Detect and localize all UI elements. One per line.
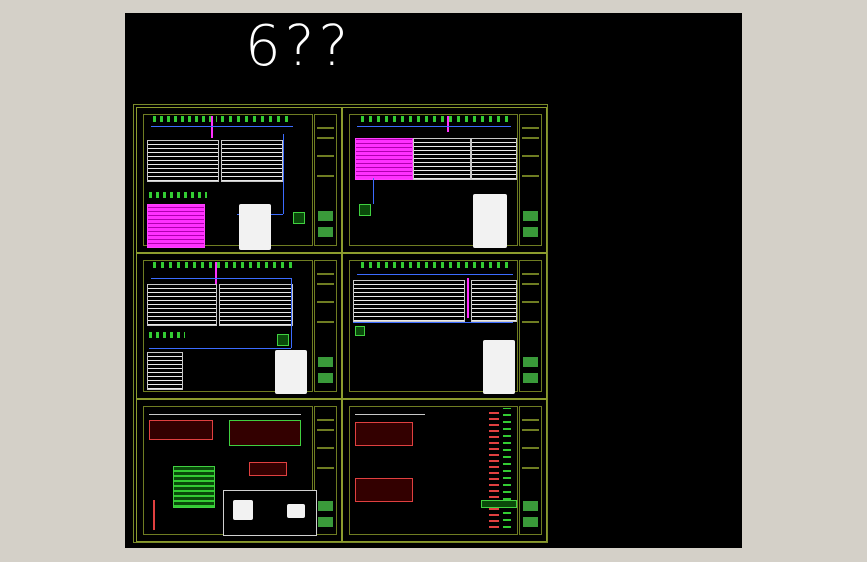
annotation-block xyxy=(239,204,271,250)
equipment-symbol xyxy=(359,204,371,216)
title-block xyxy=(314,260,337,392)
circuit-header xyxy=(221,116,293,122)
circuit-header xyxy=(153,262,293,268)
bus-line xyxy=(151,278,291,279)
panel-front xyxy=(287,504,305,518)
floor-plan xyxy=(355,478,413,502)
annotation-block xyxy=(275,350,307,394)
magenta-marker xyxy=(211,116,213,138)
magenta-marker xyxy=(467,278,469,318)
magenta-marker xyxy=(447,116,449,132)
circuit-header xyxy=(149,332,185,338)
sheet-middle-right[interactable] xyxy=(342,253,547,399)
title-block xyxy=(519,114,542,246)
title-block xyxy=(519,260,542,392)
floor-plan xyxy=(229,420,301,446)
schedule-table xyxy=(147,140,219,182)
riser-diagram xyxy=(503,408,511,528)
dimension-line xyxy=(355,414,425,415)
bus-line xyxy=(357,274,513,275)
bus-line xyxy=(373,178,374,204)
circuit-header xyxy=(361,116,511,122)
dimension-line xyxy=(149,414,301,415)
equipment-symbol xyxy=(355,326,365,336)
sheet-bottom-left[interactable] xyxy=(136,399,342,542)
floor-plan xyxy=(149,420,213,440)
bus-line xyxy=(353,322,513,323)
floor-plan xyxy=(249,462,287,476)
bus-line xyxy=(357,126,511,127)
drawing-title: 6?? xyxy=(245,14,353,79)
annotation-block xyxy=(483,340,515,394)
cad-model-space[interactable]: 6?? xyxy=(125,13,742,548)
title-block xyxy=(314,406,337,535)
bus-line xyxy=(151,126,293,127)
bus-line xyxy=(291,278,292,348)
circuit-header xyxy=(149,192,207,198)
sheet-middle-left[interactable] xyxy=(136,253,342,399)
title-block xyxy=(314,114,337,246)
schedule-table xyxy=(147,284,217,326)
floor-plan xyxy=(355,422,413,446)
sheet-bottom-right[interactable] xyxy=(342,399,547,542)
highlighted-schedule xyxy=(355,138,413,180)
highlighted-schedule xyxy=(147,204,205,248)
schedule-table xyxy=(219,284,293,326)
sheet-set-frame xyxy=(133,104,548,543)
sheet-top-right[interactable] xyxy=(342,107,547,253)
riser-legend xyxy=(481,500,517,508)
schedule-table xyxy=(471,138,517,180)
sheet-top-left[interactable] xyxy=(136,107,342,253)
schedule-table xyxy=(413,138,471,180)
title-block xyxy=(519,406,542,535)
circuit-header xyxy=(361,262,511,268)
riser-diagram xyxy=(489,408,499,528)
panel-front xyxy=(233,500,253,520)
riser-line xyxy=(153,500,155,530)
schedule-table xyxy=(353,280,465,322)
circuit-header xyxy=(153,116,217,122)
equipment-symbol xyxy=(293,212,305,224)
legend-table xyxy=(173,466,215,508)
schedule-table xyxy=(147,352,183,390)
bus-line xyxy=(283,134,284,214)
annotation-block xyxy=(473,194,507,248)
schedule-table xyxy=(221,140,283,182)
equipment-symbol xyxy=(277,334,289,346)
schedule-table xyxy=(471,280,517,322)
bus-line xyxy=(149,348,291,349)
